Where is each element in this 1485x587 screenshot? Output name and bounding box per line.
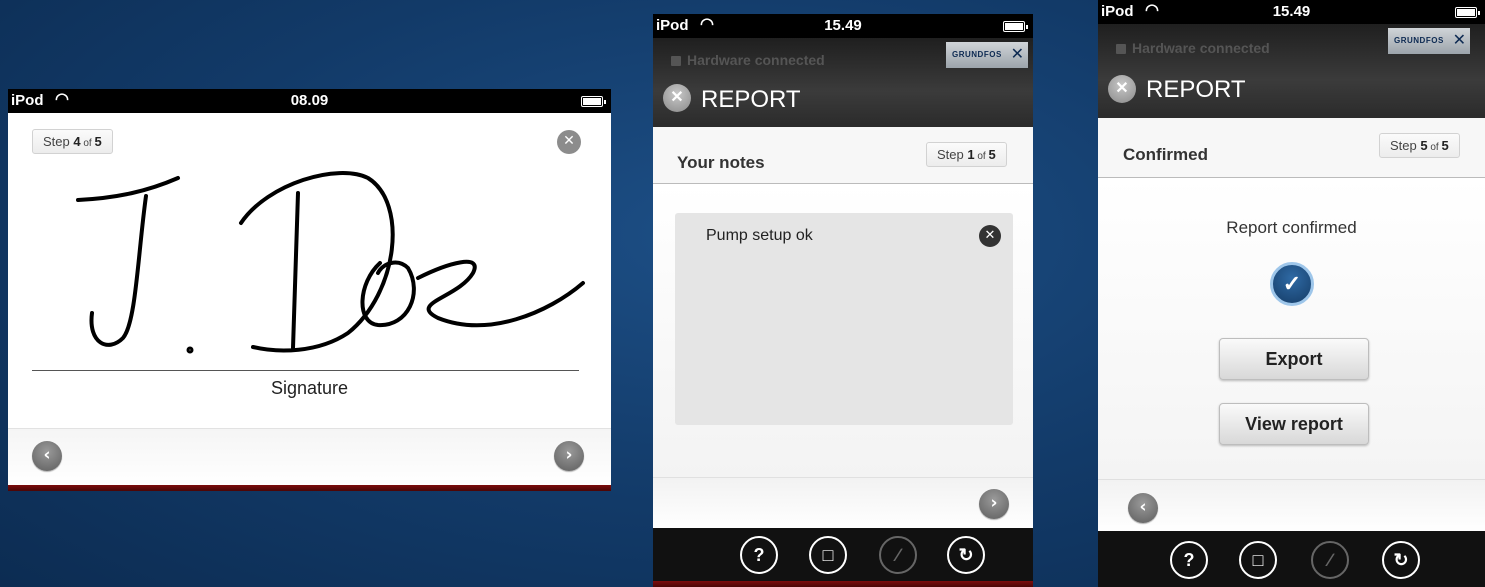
back-button[interactable]: ‹ [32, 441, 62, 471]
section-header: Confirmed Step 5 of 5 [1098, 118, 1485, 178]
step-of: of [1427, 142, 1442, 153]
step-current: 1 [967, 147, 975, 162]
refresh-icon[interactable]: ↻ [1382, 541, 1420, 579]
section-title: Your notes [677, 153, 765, 172]
step-total: 5 [1441, 138, 1449, 153]
checkbox-icon [1116, 44, 1126, 54]
section-header: Your notes Step 1 of 5 [653, 127, 1033, 184]
refresh-icon[interactable]: ↻ [947, 536, 985, 574]
hardware-label: Hardware connected [687, 52, 825, 68]
status-bar: iPod ◠ 15.49 [653, 14, 1033, 38]
battery-icon [1003, 21, 1028, 32]
app-header: Hardware connected GRUNDFOS ✕ ✕ REPORT [653, 38, 1033, 127]
copy-icon[interactable]: □ [809, 536, 847, 574]
nav-bar: › [653, 477, 1033, 529]
section-title: Confirmed [1123, 145, 1208, 164]
notes-area: Pump setup ok ✕ [653, 184, 1033, 477]
page-title: REPORT [701, 86, 801, 113]
view-report-button[interactable]: View report [1219, 403, 1369, 445]
clear-icon[interactable]: ✕ [979, 225, 1001, 247]
note-text: Pump setup ok [706, 227, 813, 244]
nav-bar: ‹ [1098, 479, 1485, 532]
signature-area[interactable]: Step 4 of 5 ✕ Signature [8, 113, 611, 428]
status-time: 15.49 [1272, 3, 1311, 20]
page-title: REPORT [1146, 76, 1246, 103]
confirm-area: Report confirmed ✓ Export View report [1098, 178, 1485, 479]
step-prefix: Step [1390, 138, 1421, 153]
signature-label: Signature [270, 378, 349, 398]
app-header: Hardware connected GRUNDFOS ✕ ✕ REPORT [1098, 24, 1485, 118]
brand-text: GRUNDFOS [1394, 36, 1444, 45]
step-badge: Step 1 of 5 [926, 142, 1007, 167]
status-bar: iPod ◠ 15.49 [1098, 0, 1485, 24]
step-total: 5 [988, 147, 996, 162]
notes-screen: iPod ◠ 15.49 Hardware connected GRUNDFOS… [653, 14, 1033, 587]
step-prefix: Step [937, 147, 968, 162]
close-report-button[interactable]: ✕ [663, 84, 691, 112]
battery-icon [581, 96, 606, 107]
red-stripe [653, 581, 1033, 587]
status-time: 15.49 [824, 17, 862, 34]
nav-bar: ‹ › [8, 428, 611, 486]
signature-screen: iPod ◠ 08.09 Step 4 of 5 ✕ Signature ‹ › [8, 89, 611, 491]
help-icon[interactable]: ? [740, 536, 778, 574]
status-bar: iPod ◠ 08.09 [8, 89, 611, 113]
grundfos-logo: GRUNDFOS ✕ [1388, 28, 1470, 54]
back-button[interactable]: ‹ [1128, 493, 1158, 523]
edit-icon[interactable]: ∕ [879, 536, 917, 574]
brand-text: GRUNDFOS [952, 50, 1002, 59]
bottom-toolbar: ? □ ∕ ↻ [1098, 531, 1485, 587]
red-stripe [8, 485, 611, 491]
hardware-label: Hardware connected [1132, 40, 1270, 56]
battery-icon [1455, 7, 1480, 18]
bottom-toolbar: ? □ ∕ ↻ [653, 528, 1033, 581]
checkbox-icon [671, 56, 681, 66]
notes-textarea[interactable]: Pump setup ok ✕ [675, 213, 1013, 425]
status-time: 08.09 [290, 92, 329, 109]
grundfos-logo: GRUNDFOS ✕ [946, 42, 1028, 68]
hardware-status: Hardware connected [671, 52, 825, 68]
next-button[interactable]: › [554, 441, 584, 471]
signature-line [32, 370, 579, 371]
export-button[interactable]: Export [1219, 338, 1369, 380]
hardware-status: Hardware connected [1116, 40, 1270, 56]
close-report-button[interactable]: ✕ [1108, 75, 1136, 103]
step-of: of [974, 151, 989, 162]
confirmed-screen: iPod ◠ 15.49 Hardware connected GRUNDFOS… [1098, 0, 1485, 587]
help-icon[interactable]: ? [1170, 541, 1208, 579]
check-icon: ✓ [1270, 262, 1314, 306]
edit-icon[interactable]: ∕ [1311, 541, 1349, 579]
step-badge: Step 5 of 5 [1379, 133, 1460, 158]
next-button[interactable]: › [979, 489, 1009, 519]
copy-icon[interactable]: □ [1239, 541, 1277, 579]
confirmed-text: Report confirmed [1226, 218, 1357, 237]
step-current: 5 [1420, 138, 1428, 153]
